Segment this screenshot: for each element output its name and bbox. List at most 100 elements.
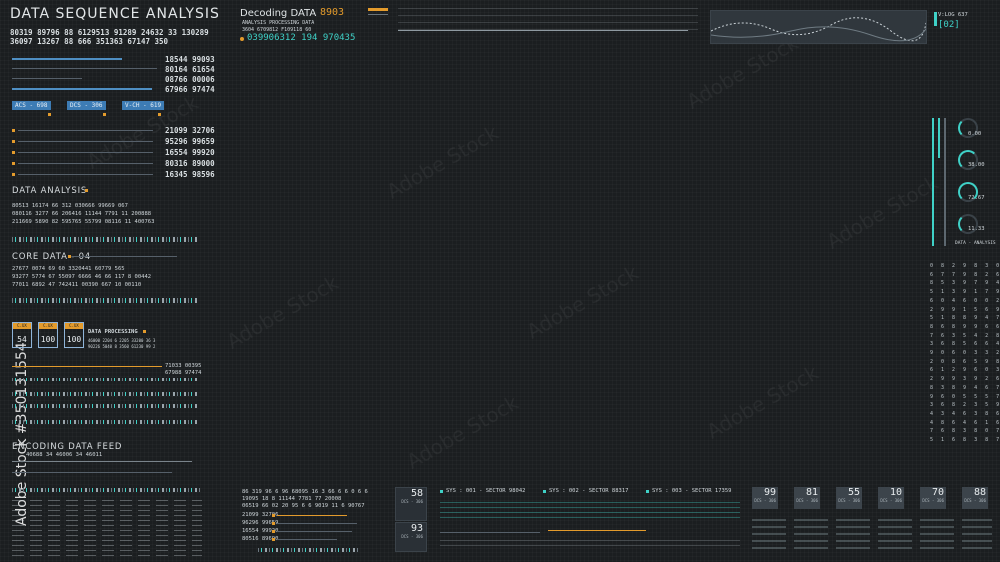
matrix-row: 2 9 9 1 5 6 9 6	[930, 306, 999, 313]
slider-track[interactable]	[18, 174, 153, 175]
data-row: 080116 3277 66 206416 11144 7791 11 2008…	[12, 211, 152, 217]
matrix-row: 3 6 8 5 6 6 4 9	[930, 341, 999, 348]
data-row: 93277 5774 67 55097 6666 46 66 117 8 004…	[12, 274, 152, 280]
decoding-code: 8903	[320, 7, 345, 18]
level-bar	[944, 118, 946, 246]
stat-tile[interactable]: 10 DCS - 306	[878, 487, 904, 509]
dial-value: 0.00	[968, 131, 982, 137]
stat-label: DCS - 306	[401, 499, 423, 504]
matrix-row: 6 7 7 9 8 2 6 9	[930, 271, 999, 278]
slider-handle[interactable]	[272, 530, 275, 533]
progress-value: 80164 61654	[165, 65, 215, 74]
tag-vch[interactable]: V-CH - 619	[122, 101, 165, 110]
data-row: 211669 5890 82 595765 55799 08116 11 400…	[12, 219, 155, 225]
top-data-strip	[398, 8, 698, 36]
stat-tile[interactable]: 81 DCS - 306	[794, 487, 820, 509]
matrix-row: 9 0 6 0 3 3 2 7	[930, 350, 999, 357]
marker	[143, 330, 146, 333]
slider-handle[interactable]	[12, 151, 15, 154]
slider-track[interactable]	[277, 539, 337, 540]
top-right-code: [02]	[938, 20, 960, 30]
barcode	[12, 298, 197, 303]
marker	[103, 113, 106, 116]
tile-label: DCS - 306	[838, 498, 860, 503]
stat-panel[interactable]: 58 DCS - 306	[395, 487, 427, 521]
file-header: C.UX	[13, 323, 31, 329]
decoding-sub: ANALYSIS PROCESSING DATA	[242, 20, 315, 26]
progress-bar	[12, 88, 152, 90]
slider-track[interactable]	[18, 152, 153, 153]
matrix-row: 9 6 0 5 5 5 7 3	[930, 393, 999, 400]
divider	[440, 532, 540, 533]
dial-label: DATA - ANALYSIS	[955, 241, 996, 246]
barcode	[12, 420, 197, 424]
marker	[85, 189, 88, 192]
stat-tile[interactable]: 88 DCS - 306	[962, 487, 988, 509]
tile-label: DCS - 306	[796, 498, 818, 503]
processing-row: 90226 5040 8 3560 61230 99 2	[88, 344, 156, 349]
file-number: 100	[40, 335, 56, 344]
data-row: 77011 6892 47 742411 00390 667 10 00110	[12, 282, 142, 288]
header-row: 36097 13267 88 666 351363 67147 350	[10, 37, 169, 46]
sector-data	[440, 500, 740, 522]
file-icon[interactable]: C.UX 100	[64, 322, 84, 348]
top-indicator	[368, 8, 388, 11]
orange-line	[12, 366, 162, 367]
header-row: 80319 89796 88 6129513 91289 24632 33 13…	[10, 28, 209, 37]
slider-track[interactable]	[18, 141, 153, 142]
slider-track[interactable]	[18, 163, 153, 164]
matrix-row: 8 6 8 9 9 6 6 8	[930, 323, 999, 330]
barcode	[12, 237, 197, 242]
file-header: C.UX	[39, 323, 57, 329]
sector-marker	[646, 490, 649, 493]
tile-label: DCS - 306	[880, 498, 902, 503]
slider-track[interactable]	[277, 515, 347, 516]
processing-row: 46000 2204 6 2205 33200 36 3	[88, 338, 156, 343]
matrix-row: 5 1 8 8 9 4 7 0	[930, 315, 999, 322]
tile-value: 55	[847, 487, 860, 498]
decoding-title: Decoding DATA	[240, 8, 317, 19]
marker	[68, 255, 71, 258]
slider-track[interactable]	[18, 130, 153, 131]
sector-marker	[543, 490, 546, 493]
sector-data	[440, 536, 740, 550]
stat-panel[interactable]: 93 DCS - 306	[395, 522, 427, 552]
slider-handle[interactable]	[12, 129, 15, 132]
file-icon[interactable]: C.UX 100	[38, 322, 58, 348]
slider-handle[interactable]	[12, 162, 15, 165]
status-dot	[240, 37, 244, 41]
data-row: 06519 66 02 20 95 6 6 9019 11 6 90767	[242, 503, 365, 509]
progress-value: 18544 99093	[165, 55, 215, 64]
slider-handle[interactable]	[12, 140, 15, 143]
divider	[12, 78, 82, 79]
slider-handle[interactable]	[12, 173, 15, 176]
stat-tile[interactable]: 99 DCS - 306	[752, 487, 778, 509]
matrix-row: 2 0 8 6 5 9 8 4	[930, 358, 999, 365]
slider-handle[interactable]	[272, 538, 275, 541]
stat-tile[interactable]: 70 DCS - 306	[920, 487, 946, 509]
matrix-row: 4 8 6 4 6 1 6 3	[930, 419, 999, 426]
top-right-label: V:LOG 637	[938, 12, 968, 18]
tag-acs[interactable]: ACS - 698	[12, 101, 51, 110]
slider-track[interactable]	[277, 523, 357, 524]
file-icon[interactable]: C.UX 54	[12, 322, 32, 348]
sector-title: SYS : 002 - SECTOR 88317	[549, 488, 629, 494]
barcode	[258, 548, 358, 552]
tile-value: 70	[931, 487, 944, 498]
sector-marker	[440, 490, 443, 493]
page-title: DATA SEQUENCE ANALYSIS	[10, 6, 220, 22]
tag-dcs[interactable]: DCS - 306	[67, 101, 106, 110]
section-title-data-analysis: DATA ANALYSIS	[12, 186, 88, 196]
slider-handle[interactable]	[272, 514, 275, 517]
slider-track[interactable]	[277, 531, 352, 532]
stat-tile[interactable]: 55 DCS - 306	[836, 487, 862, 509]
top-divider	[398, 30, 688, 31]
section-title-core-data: CORE DATA - 04	[12, 252, 91, 262]
data-row: 86 319 96 6 96 68095 16 3 66 6 6 0 6 6	[242, 489, 368, 495]
waveform-chart	[710, 17, 927, 42]
sector-title: SYS : 001 - SECTOR 98042	[446, 488, 526, 494]
slider-handle[interactable]	[272, 522, 275, 525]
stat-value: 58	[410, 488, 423, 499]
level-bar	[938, 118, 940, 158]
matrix-row: 8 5 3 9 7 9 4 9	[930, 280, 999, 287]
